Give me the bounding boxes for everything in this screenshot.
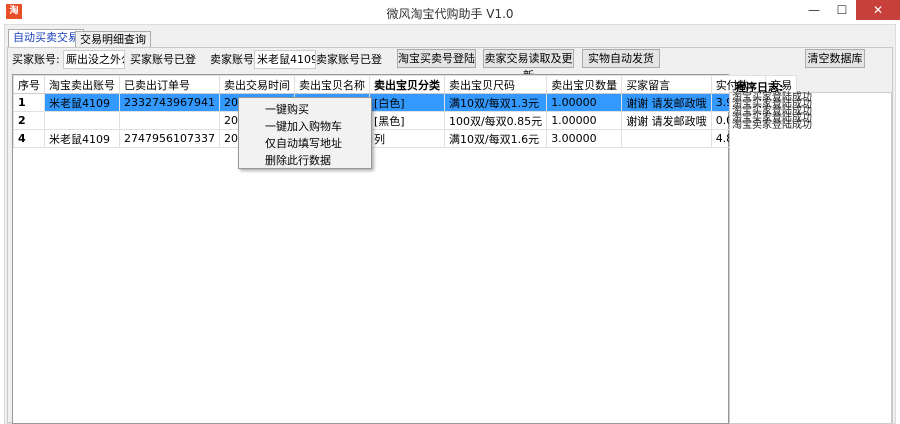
table-cell: [白色] bbox=[368, 93, 445, 112]
buyer-status: 买家账号已登 bbox=[130, 53, 196, 66]
menu-item-buy[interactable]: 一键购买 bbox=[239, 101, 371, 118]
seller-account-input[interactable]: 米老鼠4109 bbox=[254, 50, 316, 69]
close-button[interactable]: ✕ bbox=[856, 0, 900, 20]
buyer-account-input[interactable]: 厮出没之外公 bbox=[63, 50, 125, 69]
seller-account-label: 卖家账号: bbox=[210, 53, 258, 66]
table-cell: 2 bbox=[13, 111, 45, 130]
tab-panel: 买家账号: 厮出没之外公 买家账号已登 卖家账号: 米老鼠4109 卖家账号已登… bbox=[7, 47, 893, 424]
auto-ship-button[interactable]: 实物自动发货 bbox=[582, 49, 660, 68]
column-header[interactable]: 卖出交易时间 bbox=[218, 75, 295, 94]
table-cell: 1.00000 bbox=[546, 93, 623, 112]
column-header[interactable]: 已卖出订单号 bbox=[119, 75, 220, 94]
table-row[interactable]: 4米老鼠410927479561073372016-11列满10双/每双1.6元… bbox=[13, 129, 798, 148]
table-cell: 谢谢 请发邮政哦 bbox=[621, 93, 712, 112]
tab-trade-details[interactable]: 交易明细查询 bbox=[75, 31, 151, 48]
log-line: 淘宝卖家登陆成功 bbox=[732, 120, 812, 131]
column-header[interactable]: 序号 bbox=[13, 75, 45, 94]
read-update-button[interactable]: 卖家交易读取及更新 bbox=[483, 49, 574, 82]
main-frame: 自动买卖交易 交易明细查询 买家账号: 厮出没之外公 买家账号已登 卖家账号: … bbox=[4, 24, 896, 424]
table-cell: 100双/每双0.85元 bbox=[443, 111, 548, 130]
window-title: 微风淘宝代购助手 V1.0 bbox=[386, 7, 514, 21]
table-cell: 谢谢 请发邮政哦 bbox=[621, 111, 712, 130]
menu-item-delete-row[interactable]: 删除此行数据 bbox=[239, 152, 371, 169]
minimize-button[interactable]: — bbox=[800, 0, 828, 20]
column-header[interactable]: 卖出宝贝名称 bbox=[293, 75, 370, 94]
tab-auto-trade[interactable]: 自动买卖交易 bbox=[8, 29, 84, 48]
table-cell: 1 bbox=[13, 93, 45, 112]
table-cell: [黑色] bbox=[368, 111, 445, 130]
table-cell: 3.00000 bbox=[546, 129, 623, 148]
table-cell bbox=[44, 111, 120, 130]
table-cell: 列 bbox=[368, 129, 445, 148]
title-bar: 淘 微风淘宝代购助手 V1.0 — ☐ ✕ bbox=[0, 0, 900, 24]
buyer-account-label: 买家账号: bbox=[12, 53, 60, 66]
table-cell: 米老鼠4109 bbox=[44, 93, 120, 112]
context-menu: 一键购买 一键加入购物车 仅自动填写地址 删除此行数据 bbox=[238, 97, 372, 169]
column-header[interactable]: 淘宝卖出账号 bbox=[44, 75, 120, 94]
menu-item-fill-address[interactable]: 仅自动填写地址 bbox=[239, 135, 371, 152]
table-cell: 2747956107337 bbox=[119, 129, 220, 148]
table-cell: 1.00000 bbox=[546, 111, 623, 130]
table-cell: 满10双/每双1.3元 bbox=[443, 93, 548, 112]
menu-item-add-to-cart[interactable]: 一键加入购物车 bbox=[239, 118, 371, 135]
table-cell: 4 bbox=[13, 129, 45, 148]
log-textarea[interactable]: 淘宝买家登陆成功 淘宝买家登陆成功 淘宝买家登陆成功 淘宝买家登陆成功 淘宝卖家登陆成功 bbox=[729, 92, 892, 424]
table-cell: 米老鼠4109 bbox=[44, 129, 120, 148]
table-row[interactable]: 1米老鼠410923327439679412016-11[白色]满10双/每双1… bbox=[13, 93, 798, 112]
table-cell bbox=[119, 111, 220, 130]
login-button[interactable]: 淘宝买卖号登陆 bbox=[397, 49, 476, 68]
column-header[interactable]: 卖出宝贝分类 bbox=[368, 75, 445, 94]
column-header[interactable]: 买家留言 bbox=[621, 75, 712, 94]
maximize-button[interactable]: ☐ bbox=[828, 0, 856, 20]
seller-status: 卖家账号已登 bbox=[316, 53, 382, 66]
log-panel: 程序日志: 淘宝买家登陆成功 淘宝买家登陆成功 淘宝买家登陆成功 淘宝买家登陆成功 淘宝… bbox=[729, 74, 892, 424]
table-cell: 满10双/每双1.6元 bbox=[443, 129, 548, 148]
table-cell: 2332743967941 bbox=[119, 93, 220, 112]
clear-database-button[interactable]: 清空数据库 bbox=[805, 49, 865, 68]
table-cell bbox=[621, 129, 712, 148]
table-row[interactable]: 22016-11[黑色]100双/每双0.85元1.00000谢谢 请发邮政哦0… bbox=[13, 111, 798, 130]
column-header[interactable]: 卖出宝贝数量 bbox=[546, 75, 623, 94]
column-header[interactable]: 卖出宝贝尺码 bbox=[443, 75, 548, 94]
